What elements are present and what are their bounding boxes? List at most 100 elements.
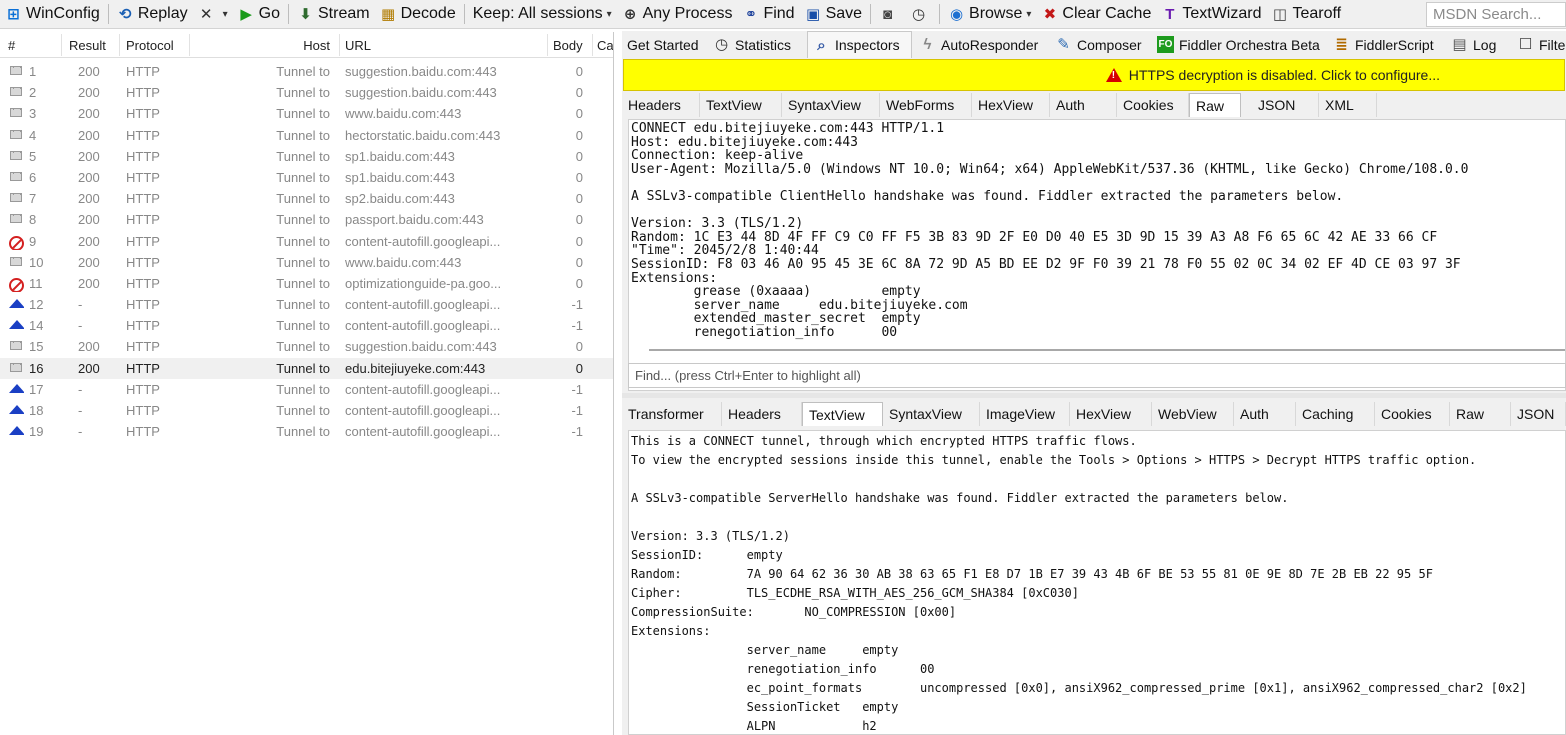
- subtab-syntaxview[interactable]: SyntaxView: [782, 93, 880, 117]
- column-header-protocol[interactable]: Protocol: [126, 38, 174, 53]
- tab-inspectors[interactable]: ⌕ Inspectors: [807, 31, 912, 58]
- session-row[interactable]: 3 200 HTTP Tunnel to www.baidu.com:443 0: [0, 103, 613, 124]
- session-host: Tunnel to: [276, 191, 330, 207]
- subtab-textview[interactable]: TextView: [802, 402, 883, 426]
- subtab-hexview[interactable]: HexView: [972, 93, 1050, 117]
- chevron-down-icon[interactable]: ▾: [607, 9, 612, 20]
- session-row[interactable]: 19 - HTTP Tunnel to content-autofill.googlea…: [0, 421, 613, 442]
- subtab-webview[interactable]: WebView: [1152, 402, 1234, 426]
- subtab-json[interactable]: JSON: [1511, 402, 1566, 426]
- find-input[interactable]: Find... (press Ctrl+Enter to highlight a…: [628, 363, 1566, 388]
- column-header-url[interactable]: URL: [345, 38, 371, 53]
- response-text-view[interactable]: This is a CONNECT tunnel, through which …: [628, 430, 1566, 735]
- toolbar-button-go[interactable]: ▶ Go: [233, 0, 285, 28]
- text-wizard-icon: T: [1165, 5, 1175, 23]
- toolbar-button-stream[interactable]: ⬇ Stream: [292, 0, 375, 28]
- toolbar-button-camera[interactable]: ◙: [874, 0, 905, 28]
- column-divider[interactable]: [61, 34, 62, 56]
- session-row[interactable]: 16 200 HTTP Tunnel to edu.bitejiuyeke.com:44…: [0, 357, 613, 379]
- subtab-cookies[interactable]: Cookies: [1117, 93, 1189, 117]
- chevron-down-icon[interactable]: ▾: [223, 9, 228, 20]
- subtab-raw[interactable]: Raw: [1450, 402, 1511, 426]
- tab-filte[interactable]: ☐ Filte: [1512, 31, 1566, 58]
- session-list[interactable]: # Result Protocol Host URL Body Ca 1 200 HTTP Tun…: [0, 32, 614, 735]
- subtab-label: XML: [1325, 97, 1354, 113]
- column-divider[interactable]: [119, 34, 120, 56]
- subtab-cookies[interactable]: Cookies: [1375, 402, 1450, 426]
- subtab-raw[interactable]: Raw: [1189, 93, 1241, 117]
- toolbar-button-tearoff[interactable]: ◫ Tearoff: [1266, 0, 1346, 28]
- toolbar-button-any-process[interactable]: ⊕ Any Process: [617, 0, 738, 28]
- msdn-search-input[interactable]: MSDN Search...: [1426, 1, 1566, 27]
- column-divider[interactable]: [189, 34, 190, 56]
- subtab-caching[interactable]: Caching: [1296, 402, 1375, 426]
- subtab-json[interactable]: JSON: [1252, 93, 1319, 117]
- column-header-result[interactable]: Result: [69, 38, 106, 53]
- session-row[interactable]: 15 200 HTTP Tunnel to suggestion.baidu.com:4…: [0, 336, 613, 357]
- session-row[interactable]: 14 - HTTP Tunnel to content-autofill.googlea…: [0, 315, 613, 336]
- session-row[interactable]: 6 200 HTTP Tunnel to sp1.baidu.com:443 0: [0, 167, 613, 188]
- subtab-syntaxview[interactable]: SyntaxView: [883, 402, 980, 426]
- tab-log[interactable]: ▤ Log: [1446, 31, 1510, 58]
- script-icon: ≣: [1335, 36, 1348, 53]
- horizontal-scrollbar[interactable]: [649, 349, 1565, 351]
- column-divider[interactable]: [592, 34, 593, 56]
- toolbar-separator: [939, 4, 941, 24]
- subtab-auth[interactable]: Auth: [1050, 93, 1117, 117]
- toolbar-button-keep-all-sessions[interactable]: Keep: All sessions ▾: [468, 0, 617, 28]
- subtab-headers[interactable]: Headers: [622, 93, 700, 117]
- subtab-imageview[interactable]: ImageView: [980, 402, 1070, 426]
- column-header-host[interactable]: Host: [303, 38, 330, 53]
- session-row[interactable]: 8 200 HTTP Tunnel to passport.baidu.com:443 0: [0, 209, 613, 230]
- session-row[interactable]: 9 200 HTTP Tunnel to content-autofill.google…: [0, 231, 613, 252]
- session-row[interactable]: 12 - HTTP Tunnel to content-autofill.googlea…: [0, 294, 613, 315]
- session-row[interactable]: 10 200 HTTP Tunnel to www.baidu.com:443 0: [0, 252, 613, 273]
- session-row[interactable]: 2 200 HTTP Tunnel to suggestion.baidu.com:44…: [0, 82, 613, 103]
- pane-splitter[interactable]: [622, 393, 1566, 398]
- subtab-webforms[interactable]: WebForms: [880, 93, 972, 117]
- https-warning-bar[interactable]: HTTPS decryption is disabled. Click to c…: [623, 59, 1565, 91]
- column-divider[interactable]: [339, 34, 340, 56]
- tab-composer[interactable]: ✎ Composer: [1050, 31, 1150, 58]
- subtab-transformer[interactable]: Transformer: [622, 402, 722, 426]
- session-row[interactable]: 4 200 HTTP Tunnel to hectorstatic.baidu.com:…: [0, 125, 613, 146]
- column-header-ca[interactable]: Ca: [597, 38, 613, 53]
- subtab-xml[interactable]: XML: [1319, 93, 1377, 117]
- tab-autoresponder[interactable]: ϟ AutoResponder: [914, 31, 1048, 58]
- session-row[interactable]: 7 200 HTTP Tunnel to sp2.baidu.com:443 0: [0, 188, 613, 209]
- lock-icon: [8, 84, 24, 101]
- tab-label: Log: [1473, 36, 1497, 53]
- subtab-headers[interactable]: Headers: [722, 402, 802, 426]
- column-divider[interactable]: [547, 34, 548, 56]
- tab-statistics[interactable]: ◷ Statistics: [708, 31, 805, 58]
- session-body: -1: [571, 403, 583, 418]
- column-header-body[interactable]: Body: [553, 38, 583, 53]
- toolbar-button-save[interactable]: ▣ Save: [800, 0, 867, 28]
- toolbar-button-find[interactable]: ⚭ Find: [737, 0, 799, 28]
- column-header-number[interactable]: #: [8, 38, 15, 53]
- session-row[interactable]: 17 - HTTP Tunnel to content-autofill.googlea…: [0, 379, 613, 400]
- toolbar-button-decode[interactable]: ▦ Decode: [375, 0, 461, 28]
- session-row[interactable]: 5 200 HTTP Tunnel to sp1.baidu.com:443 0: [0, 146, 613, 167]
- toolbar-button-winconfig[interactable]: ⊞ WinConfig: [0, 0, 105, 28]
- toolbar-button-textwizard[interactable]: T TextWizard: [1156, 0, 1266, 28]
- session-body: 0: [575, 233, 583, 249]
- session-row[interactable]: 18 - HTTP Tunnel to content-autofill.googlea…: [0, 400, 613, 421]
- session-result: 200: [78, 64, 100, 79]
- tab-get-started[interactable]: Get Started: [622, 31, 706, 58]
- toolbar-button-replay[interactable]: ⟲ Replay: [112, 0, 193, 28]
- chevron-down-icon[interactable]: ▾: [1026, 9, 1031, 20]
- subtab-textview[interactable]: TextView: [700, 93, 782, 117]
- session-row[interactable]: 11 200 HTTP Tunnel to optimizationguide-pa.g…: [0, 273, 613, 294]
- subtab-auth[interactable]: Auth: [1234, 402, 1296, 426]
- session-row[interactable]: 1 200 HTTP Tunnel to suggestion.baidu.com:44…: [0, 61, 613, 82]
- toolbar-button-remove[interactable]: ✕ ▾: [193, 0, 233, 28]
- tab-fiddlerscript[interactable]: ≣ FiddlerScript: [1328, 31, 1444, 58]
- session-body: 0: [575, 85, 583, 101]
- tab-fiddler-orchestra-beta[interactable]: FO Fiddler Orchestra Beta: [1152, 31, 1326, 58]
- subtab-hexview[interactable]: HexView: [1070, 402, 1152, 426]
- toolbar-button-timer[interactable]: ◷: [905, 0, 936, 28]
- toolbar-button-browse[interactable]: ◉ Browse ▾: [943, 0, 1036, 28]
- request-raw-view[interactable]: CONNECT edu.bitejiuyeke.com:443 HTTP/1.1…: [628, 119, 1566, 391]
- toolbar-button-clear-cache[interactable]: ✖ Clear Cache: [1036, 0, 1156, 28]
